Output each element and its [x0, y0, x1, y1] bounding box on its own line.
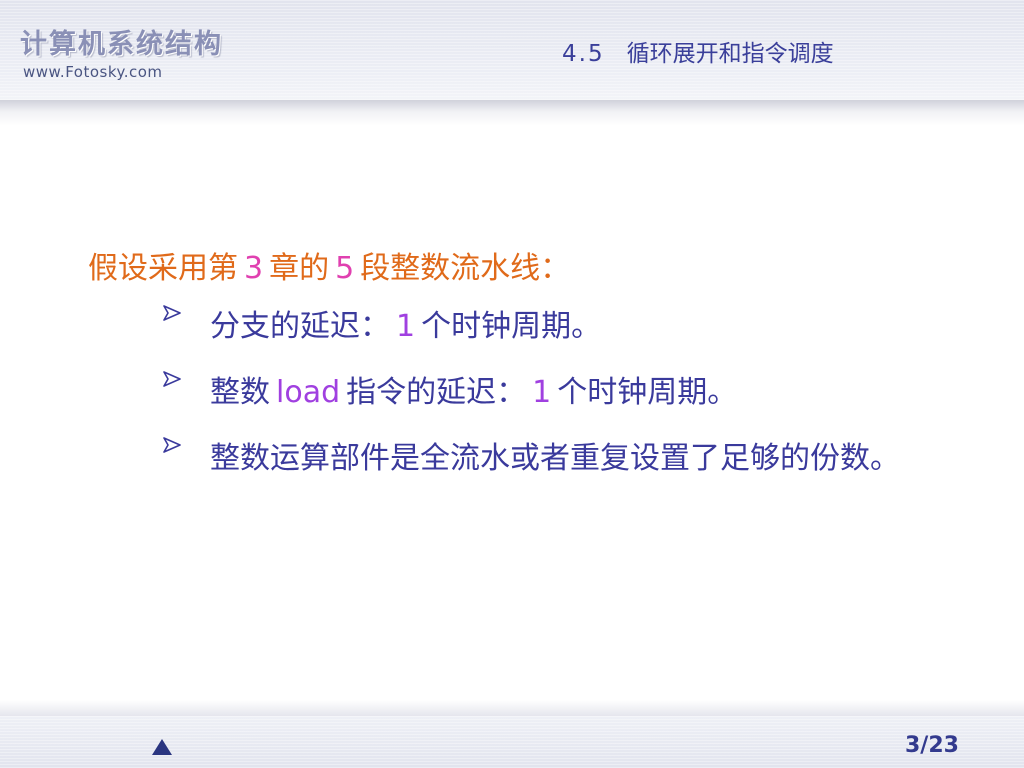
bullet-arrow-icon: [163, 371, 181, 387]
bullet-text-mid: 指令的延迟：: [346, 375, 527, 410]
nav-up-triangle-icon[interactable]: [151, 738, 173, 756]
section-title-text: 循环展开和指令调度: [626, 41, 834, 67]
bullet-text: 整数运算部件是全流水或者重复设置了足够的份数。: [210, 441, 900, 476]
brand-url: www.Fotosky.com: [23, 63, 163, 81]
bullet-arrow-icon: [163, 437, 181, 453]
bullet-text: 分支的延迟： 1 个时钟周期。: [210, 296, 900, 358]
intro-line: 假设采用第 3 章的 5 段整数流水线：: [88, 243, 570, 287]
intro-number-1: 3: [244, 251, 264, 286]
footer-shadow: [0, 700, 1024, 716]
bullet-highlight-value: 1: [532, 375, 552, 410]
header-shadow: [0, 100, 1024, 126]
bullet-text-post: 个时钟周期。: [557, 375, 738, 410]
bullet-highlight-load: load: [276, 375, 341, 410]
section-title: 4.5 循环展开和指令调度: [562, 34, 834, 68]
intro-part2: 章的: [269, 251, 330, 286]
intro-part3: 段整数流水线：: [360, 251, 571, 286]
intro-part1: 假设采用第: [88, 251, 238, 286]
bullet-highlight-value: 1: [396, 309, 416, 344]
brand-title: 计算机系统结构: [20, 29, 223, 60]
bullet-text-pre: 分支的延迟：: [210, 309, 390, 344]
bullet-text-pre: 整数: [210, 375, 270, 410]
bullet-arrow-icon: [163, 305, 181, 321]
intro-number-2: 5: [335, 251, 355, 286]
slide: 计算机系统结构 www.Fotosky.com 4.5 循环展开和指令调度 假设采…: [0, 0, 1024, 768]
page-indicator: 3/23: [905, 733, 959, 758]
bullet-text-post: 个时钟周期。: [421, 309, 602, 344]
bullet-text: 整数 load 指令的延迟： 1 个时钟周期。: [210, 362, 900, 424]
section-number: 4.5: [562, 41, 605, 67]
